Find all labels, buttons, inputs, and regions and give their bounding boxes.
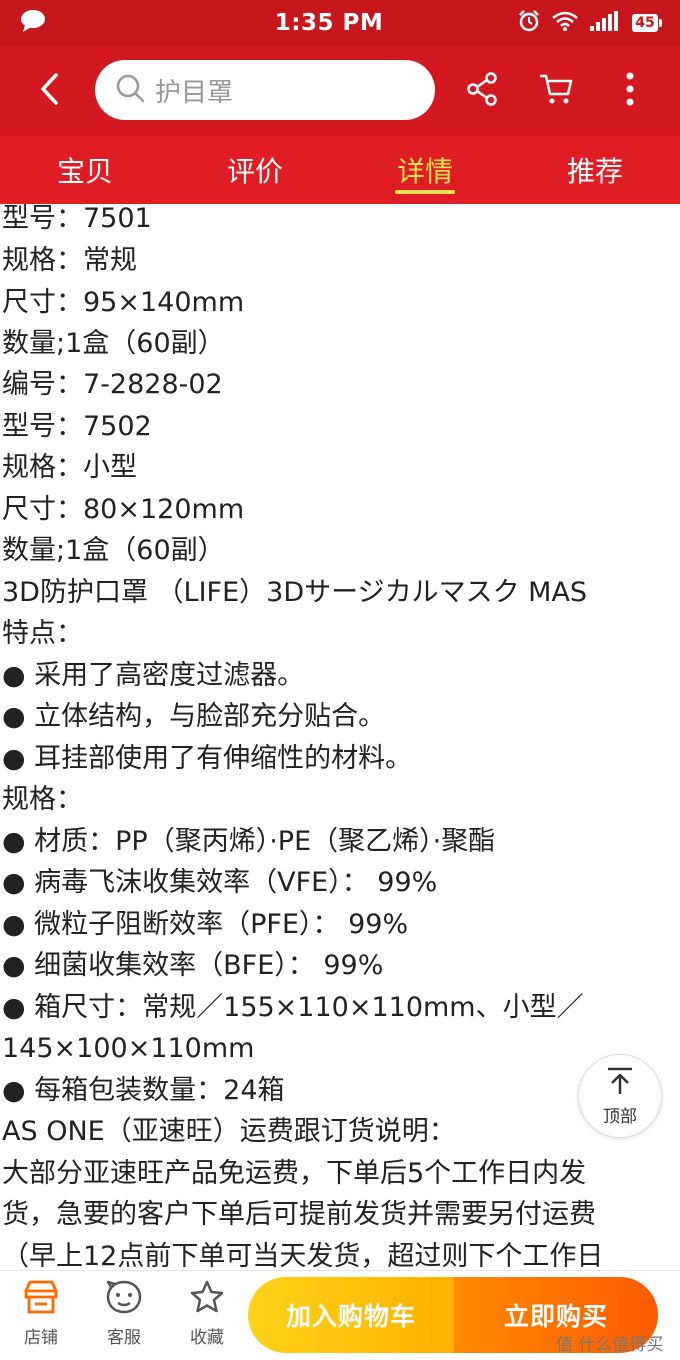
tab-label: 详情: [396, 155, 453, 188]
tab-bar: 宝贝 评价 详情 推荐: [0, 136, 680, 204]
signal-icon: [590, 11, 620, 35]
alarm-icon: [518, 10, 540, 36]
message-icon: [20, 9, 46, 37]
chevron-left-icon: [38, 72, 62, 110]
detail-line: 3D防护口罩 （LIFE）3Dサージカルマスク MAS: [2, 577, 588, 608]
detail-content[interactable]: 型号：7501 规格：常规 尺寸：95×140mm 数量;1盒（60副） 编号：…: [0, 204, 680, 1270]
detail-line: ● 材质：PP（聚丙烯）·PE（聚乙烯）·聚酯: [2, 826, 496, 857]
back-button[interactable]: [30, 68, 70, 114]
detail-line: 大部分亚速旺产品免运费，下单后5个工作日内发: [2, 1158, 587, 1189]
detail-line: 货，急要的客户下单后可提前发货并需要另付运费: [2, 1199, 596, 1230]
wifi-icon: [552, 11, 578, 35]
detail-line: ● 每箱包装数量：24箱: [2, 1075, 285, 1106]
shop-icon: [22, 1279, 60, 1319]
favorite-label: 收藏: [190, 1328, 224, 1348]
customer-service-button[interactable]: 客服: [89, 1279, 159, 1355]
detail-line: 数量;1盒（60副）: [2, 535, 225, 566]
arrow-up-icon: [605, 1066, 635, 1100]
back-to-top-label: 顶部: [603, 1106, 637, 1127]
detail-line: ● 立体结构，与脸部充分贴合。: [2, 701, 386, 732]
detail-line: 型号：7501: [2, 204, 152, 234]
chat-face-icon: [105, 1279, 143, 1319]
search-placeholder: 护目罩: [155, 77, 234, 108]
detail-line: 规格：: [2, 784, 83, 815]
back-to-top-button[interactable]: 顶部: [578, 1054, 662, 1138]
share-icon: [466, 72, 498, 110]
detail-line: ● 采用了高密度过滤器。: [2, 660, 305, 691]
search-icon: [115, 73, 145, 107]
tab-recommend[interactable]: 推荐: [510, 136, 680, 204]
detail-line: ● 细菌收集效率（BFE）： 99%: [2, 950, 384, 981]
header: 护目罩: [0, 46, 680, 136]
active-tab-indicator: [395, 190, 455, 194]
tab-details[interactable]: 详情: [340, 136, 510, 204]
share-button[interactable]: [460, 68, 504, 114]
detail-line: 数量;1盒（60副）: [2, 328, 225, 359]
status-bar: 1:35 PM 45: [0, 0, 680, 46]
status-right: 45: [518, 10, 662, 36]
tab-item[interactable]: 宝贝: [0, 136, 170, 204]
detail-line: 编号：7-2828-02: [2, 369, 223, 400]
detail-line: 145×100×110mm: [2, 1033, 255, 1064]
detail-line: 规格：小型: [2, 452, 137, 483]
star-icon: [188, 1279, 226, 1319]
detail-line: （早上12点前下单可当天发货，超过则下个工作日: [2, 1241, 604, 1270]
detail-line: ● 耳挂部使用了有伸缩性的材料。: [2, 743, 413, 774]
cart-icon: [538, 72, 574, 110]
tab-label: 评价: [226, 155, 283, 188]
tab-label: 宝贝: [56, 155, 113, 188]
battery-indicator: 45: [632, 14, 662, 32]
detail-line: 型号：7502: [2, 411, 152, 442]
favorite-button[interactable]: 收藏: [172, 1279, 242, 1355]
shop-button[interactable]: 店铺: [6, 1279, 76, 1355]
tab-label: 推荐: [566, 155, 623, 188]
watermark: 值 什么值得买: [556, 1335, 664, 1355]
detail-line: 特点：: [2, 618, 83, 649]
detail-line: 尺寸：80×120mm: [2, 494, 245, 525]
tab-reviews[interactable]: 评价: [170, 136, 340, 204]
detail-line: AS ONE（亚速旺）运费跟订货说明：: [2, 1116, 456, 1147]
shop-label: 店铺: [24, 1328, 58, 1348]
add-to-cart-button[interactable]: 加入购物车: [248, 1277, 454, 1353]
detail-line: ● 微粒子阻断效率（PFE）： 99%: [2, 909, 409, 940]
cart-button[interactable]: [534, 68, 578, 114]
more-vertical-icon: [625, 71, 635, 111]
more-button[interactable]: [612, 68, 648, 114]
customer-service-label: 客服: [107, 1328, 141, 1348]
detail-line: 规格：常规: [2, 245, 137, 276]
status-left: [20, 9, 140, 37]
detail-line: ● 箱尺寸：常规／155×110×110mm、小型／: [2, 992, 584, 1023]
status-time: 1:35 PM: [274, 10, 384, 36]
detail-line: ● 病毒飞沫收集效率（VFE）： 99%: [2, 867, 438, 898]
search-input[interactable]: 护目罩: [95, 60, 435, 120]
detail-line: 尺寸：95×140mm: [2, 287, 245, 318]
